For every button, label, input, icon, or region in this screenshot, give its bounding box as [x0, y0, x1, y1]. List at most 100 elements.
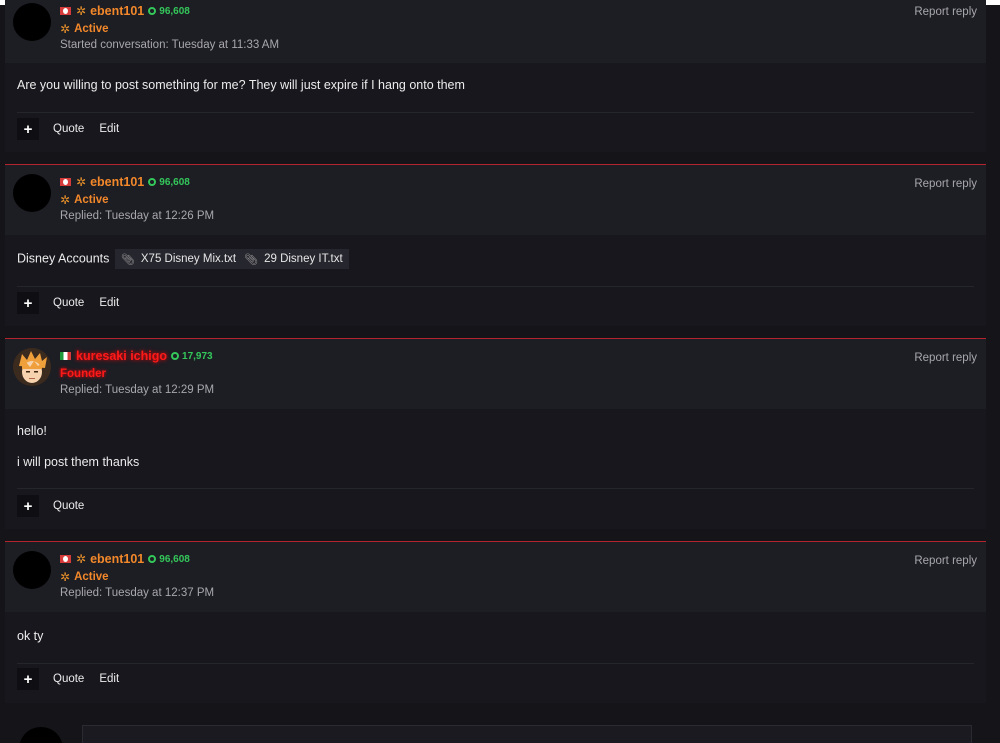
- message-post: ✲ ebent101 96,608 ✲ Active Started conve…: [5, 0, 986, 152]
- report-reply-link[interactable]: Report reply: [914, 555, 977, 567]
- post-date: Replied: Tuesday at 12:26 PM: [60, 210, 215, 222]
- quote-button[interactable]: Quote: [53, 500, 84, 512]
- flag-icon: [60, 352, 71, 360]
- plus-button[interactable]: +: [17, 668, 39, 690]
- message-post: ✲ ebent101 96,608 ✲ Active Replied: Tues…: [5, 541, 986, 703]
- status-label: Active: [74, 571, 109, 583]
- reputation-badge: 96,608: [148, 177, 190, 188]
- message-actions: + Quote Edit: [17, 118, 134, 140]
- username-line: ✲ ebent101 96,608: [60, 551, 214, 567]
- message-header: kuresaki ichigo 17,973 Founder Replied: …: [5, 339, 986, 409]
- star-badge-icon: ✲: [60, 570, 71, 584]
- plus-icon: +: [23, 120, 33, 138]
- user-status: ✲ Active: [60, 568, 214, 586]
- username-line: ✲ ebent101 96,608: [60, 174, 214, 190]
- plus-icon: +: [23, 670, 33, 688]
- star-badge-icon: ✲: [60, 193, 71, 207]
- avatar[interactable]: [13, 551, 51, 589]
- quote-button[interactable]: Quote: [53, 297, 84, 309]
- reputation-circle-icon: [148, 555, 157, 563]
- divider: [17, 286, 974, 287]
- star-badge-icon: ✲: [60, 22, 71, 36]
- reply-editor[interactable]: [82, 725, 972, 743]
- message-body: Are you willing to post something for me…: [5, 63, 986, 93]
- reputation-count: 96,608: [159, 176, 190, 188]
- divider: [17, 488, 974, 489]
- username-link[interactable]: kuresaki ichigo: [76, 349, 167, 363]
- post-date: Started conversation: Tuesday at 11:33 A…: [60, 39, 280, 51]
- reputation-circle-icon: [148, 178, 157, 186]
- plus-icon: +: [23, 294, 33, 312]
- post-date: Replied: Tuesday at 12:29 PM: [60, 384, 215, 396]
- divider: [17, 112, 974, 113]
- message-actions: + Quote Edit: [17, 292, 134, 314]
- message-post: kuresaki ichigo 17,973 Founder Replied: …: [5, 338, 986, 529]
- reputation-badge: 96,608: [148, 6, 190, 17]
- user-meta: ✲ ebent101 96,608 ✲ Active Replied: Tues…: [60, 551, 214, 599]
- user-meta: ✲ ebent101 96,608 ✲ Active Replied: Tues…: [60, 174, 214, 222]
- message-header: ✲ ebent101 96,608 ✲ Active Started conve…: [5, 0, 986, 63]
- edit-button[interactable]: Edit: [99, 673, 119, 685]
- attachment-name: 29 Disney IT.txt: [264, 253, 343, 265]
- username-link[interactable]: ebent101: [90, 552, 144, 566]
- username-link[interactable]: ebent101: [90, 4, 144, 18]
- flag-icon: [60, 178, 71, 186]
- user-status: ✲ Active: [60, 191, 214, 209]
- message-header: ✲ ebent101 96,608 ✲ Active Replied: Tues…: [5, 165, 986, 235]
- user-meta: kuresaki ichigo 17,973 Founder Replied: …: [60, 348, 214, 396]
- star-badge-icon: ✲: [76, 175, 87, 189]
- avatar[interactable]: [13, 174, 51, 212]
- message-body: ok ty: [5, 612, 986, 644]
- message-text: Disney Accounts: [17, 251, 110, 266]
- plus-button[interactable]: +: [17, 495, 39, 517]
- avatar[interactable]: [13, 3, 51, 41]
- flag-icon: [60, 555, 71, 563]
- avatar[interactable]: [13, 348, 51, 386]
- reputation-badge: 17,973: [171, 351, 213, 362]
- paperclip-icon: 📎︎: [244, 253, 259, 266]
- divider: [17, 663, 974, 664]
- report-reply-link[interactable]: Report reply: [914, 352, 977, 364]
- reputation-circle-icon: [148, 7, 157, 15]
- message-body: hello! i will post them thanks: [5, 409, 986, 470]
- username-line: kuresaki ichigo 17,973: [60, 348, 214, 364]
- username-link[interactable]: ebent101: [90, 175, 144, 189]
- message-header: ✲ ebent101 96,608 ✲ Active Replied: Tues…: [5, 542, 986, 612]
- reputation-count: 96,608: [159, 5, 190, 17]
- message-post: ✲ ebent101 96,608 ✲ Active Replied: Tues…: [5, 164, 986, 326]
- quote-button[interactable]: Quote: [53, 673, 84, 685]
- star-badge-icon: ✲: [76, 552, 87, 566]
- user-status: Founder: [60, 365, 214, 383]
- quote-button[interactable]: Quote: [53, 123, 84, 135]
- reputation-count: 17,973: [182, 350, 213, 362]
- message-actions: + Quote: [17, 495, 99, 517]
- message-text: hello!: [17, 424, 47, 438]
- attachment-link[interactable]: 📎︎ 29 Disney IT.txt: [244, 253, 343, 266]
- reputation-count: 96,608: [159, 553, 190, 565]
- attachment-list: 📎︎ X75 Disney Mix.txt 📎︎ 29 Disney IT.txt: [114, 249, 349, 269]
- flag-icon: [60, 7, 71, 15]
- plus-button[interactable]: +: [17, 118, 39, 140]
- message-actions: + Quote Edit: [17, 668, 134, 690]
- anime-avatar-image: [13, 348, 51, 386]
- status-label: Active: [74, 23, 109, 35]
- star-badge-icon: ✲: [76, 4, 87, 18]
- post-date: Replied: Tuesday at 12:37 PM: [60, 587, 215, 599]
- edit-button[interactable]: Edit: [99, 297, 119, 309]
- message-body: Disney Accounts 📎︎ X75 Disney Mix.txt 📎︎ 2…: [5, 235, 986, 269]
- edit-button[interactable]: Edit: [99, 123, 119, 135]
- reply-avatar: [19, 727, 63, 743]
- message-text: ok ty: [17, 629, 44, 643]
- reputation-circle-icon: [171, 352, 180, 360]
- message-text: Are you willing to post something for me…: [17, 78, 465, 92]
- reputation-badge: 96,608: [148, 554, 190, 565]
- message-text: i will post them thanks: [17, 455, 140, 469]
- report-reply-link[interactable]: Report reply: [914, 6, 977, 18]
- attachment-link[interactable]: 📎︎ X75 Disney Mix.txt: [121, 253, 236, 266]
- status-label: Founder: [60, 368, 106, 380]
- report-reply-link[interactable]: Report reply: [914, 178, 977, 190]
- user-status: ✲ Active: [60, 20, 279, 38]
- paperclip-icon: 📎︎: [120, 253, 135, 266]
- plus-button[interactable]: +: [17, 292, 39, 314]
- status-label: Active: [74, 194, 109, 206]
